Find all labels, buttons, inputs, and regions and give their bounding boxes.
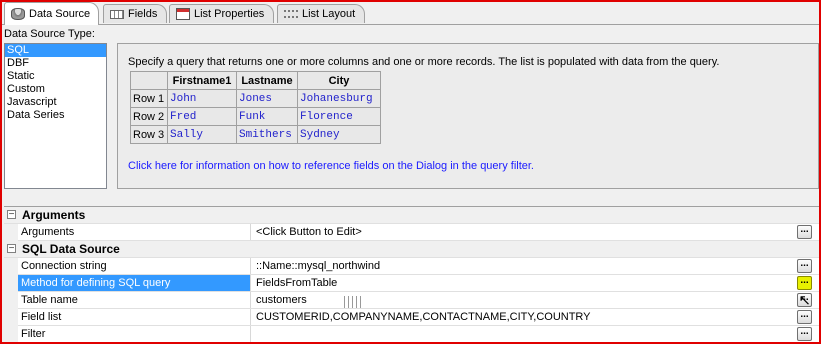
sample-cell: Johanesburg [297, 89, 381, 108]
property-value[interactable]: ::Name::mysql_northwind [256, 258, 380, 274]
ellipsis-button[interactable]: ... [797, 327, 812, 341]
property-name: Filter [18, 326, 251, 342]
property-row-field-list[interactable]: Field list CUSTOMERID,COMPANYNAME,CONTAC… [4, 309, 819, 326]
description-panel: Specify a query that returns one or more… [117, 43, 819, 189]
data-source-type-label: Data Source Type: [4, 28, 95, 40]
sample-row-header: Row 2 [130, 107, 168, 126]
sample-header-row: Firstname1 Lastname City [130, 71, 381, 90]
category-title: SQL Data Source [22, 242, 120, 256]
category-arguments[interactable]: − Arguments [4, 207, 819, 224]
sample-cell: John [167, 89, 237, 108]
category-sql-data-source[interactable]: − SQL Data Source [4, 241, 819, 258]
sample-table: Firstname1 Lastname City Row 1 John Jone… [130, 71, 381, 144]
fields-icon [110, 9, 124, 19]
property-value[interactable]: CUSTOMERID,COMPANYNAME,CONTACTNAME,CITY,… [256, 309, 591, 325]
ellipsis-button[interactable]: ... [797, 310, 812, 324]
type-item-custom[interactable]: Custom [5, 83, 106, 96]
sample-header-cell: Firstname1 [167, 71, 237, 90]
tab-label: Data Source [29, 8, 91, 20]
sample-row-header: Row 1 [130, 89, 168, 108]
sample-cell: Jones [236, 89, 298, 108]
description-text: Specify a query that returns one or more… [128, 56, 720, 68]
sample-cell: Smithers [236, 125, 298, 144]
property-name: Arguments [18, 224, 251, 240]
ellipsis-button[interactable]: ... [797, 259, 812, 273]
sample-cell: Sally [167, 125, 237, 144]
dialog-frame: Data Source Fields List Properties List … [0, 0, 821, 344]
type-item-sql[interactable]: SQL [5, 44, 106, 57]
tab-list-properties[interactable]: List Properties [169, 4, 274, 23]
ellipsis-button[interactable]: ... [797, 276, 812, 290]
tab-label: List Properties [194, 8, 265, 20]
sample-row-header: Row 3 [130, 125, 168, 144]
type-item-data-series[interactable]: Data Series [5, 109, 106, 122]
type-item-static[interactable]: Static [5, 70, 106, 83]
category-title: Arguments [22, 208, 86, 222]
sample-header-cell: City [297, 71, 381, 90]
ellipsis-button[interactable]: ... [797, 225, 812, 239]
sample-row: Row 2 Fred Funk Florence [130, 107, 381, 126]
sample-row: Row 3 Sally Smithers Sydney [130, 125, 381, 144]
render-artifact [344, 296, 364, 308]
tab-data-source[interactable]: Data Source [4, 2, 99, 25]
property-name: Field list [18, 309, 251, 325]
property-row-arguments[interactable]: Arguments <Click Button to Edit> ... [4, 224, 819, 241]
sample-header-cell: Lastname [236, 71, 298, 90]
data-source-type-list[interactable]: SQL DBF Static Custom Javascript Data Se… [4, 43, 107, 189]
property-value[interactable]: customers [256, 292, 307, 308]
sample-cell: Sydney [297, 125, 381, 144]
property-row-filter[interactable]: Filter ... [4, 326, 819, 342]
property-name: Table name [18, 292, 251, 308]
type-item-dbf[interactable]: DBF [5, 57, 106, 70]
sample-header-cell [130, 71, 168, 90]
sample-cell: Funk [236, 107, 298, 126]
tab-label: List Layout [302, 8, 356, 20]
collapse-icon[interactable]: − [7, 244, 16, 254]
list-layout-icon [284, 10, 298, 18]
property-row-method[interactable]: Method for defining SQL query FieldsFrom… [4, 275, 819, 292]
tab-bar: Data Source Fields List Properties List … [2, 2, 819, 25]
sample-row: Row 1 John Jones Johanesburg [130, 89, 381, 108]
tab-list-layout[interactable]: List Layout [277, 4, 365, 23]
database-icon [11, 8, 25, 20]
list-properties-icon [176, 8, 190, 20]
property-value[interactable]: <Click Button to Edit> [256, 224, 362, 240]
property-row-connection-string[interactable]: Connection string ::Name::mysql_northwin… [4, 258, 819, 275]
property-grid: − Arguments Arguments <Click Button to E… [4, 206, 819, 342]
type-item-javascript[interactable]: Javascript [5, 96, 106, 109]
property-value[interactable]: FieldsFromTable [256, 275, 337, 291]
sample-cell: Florence [297, 107, 381, 126]
help-link[interactable]: Click here for information on how to ref… [128, 160, 534, 172]
sample-cell: Fred [167, 107, 237, 126]
property-name: Method for defining SQL query [18, 275, 251, 291]
tab-fields[interactable]: Fields [103, 4, 167, 23]
mouse-cursor-icon: ↖ [798, 292, 811, 309]
collapse-icon[interactable]: − [7, 210, 16, 220]
property-row-table-name[interactable]: Table name customers ... ↖ [4, 292, 819, 309]
property-name: Connection string [18, 258, 251, 274]
tab-label: Fields [128, 8, 158, 20]
